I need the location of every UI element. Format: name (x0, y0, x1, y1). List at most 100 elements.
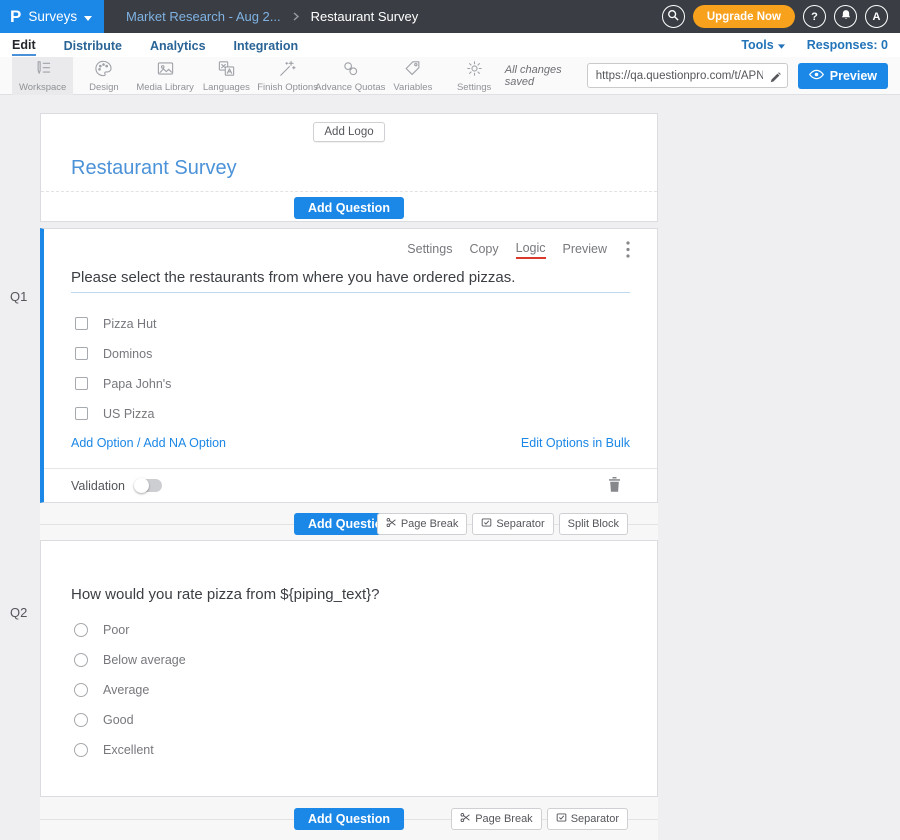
checkbox[interactable] (75, 407, 88, 420)
add-option-link[interactable]: Add Option (71, 436, 134, 450)
toolbar-label: Media Library (136, 82, 194, 93)
chevron-down-icon (84, 8, 92, 26)
q1-tab-settings[interactable]: Settings (407, 242, 452, 258)
link-separator: / (137, 436, 140, 450)
validation-label: Validation (71, 479, 125, 493)
toolbar-label: Settings (457, 82, 491, 93)
tools-menu[interactable]: Tools (741, 38, 784, 52)
upgrade-now-button[interactable]: Upgrade Now (693, 5, 795, 28)
product-menu[interactable]: P Surveys (0, 0, 104, 33)
survey-editor-page: Q1 Q2 Add Logo Restaurant Survey Add Que… (0, 113, 900, 840)
add-question-button[interactable]: Add Question (294, 197, 404, 219)
checkbox-option-row: Pizza Hut (71, 316, 630, 331)
delete-question-button[interactable] (608, 477, 621, 495)
add-logo-button[interactable]: Add Logo (313, 122, 384, 142)
toolbar-item-media-library[interactable]: Media Library (135, 57, 196, 95)
edit-toolbar: Workspace Design Media Library Languages… (0, 57, 900, 95)
settings-icon (465, 59, 484, 81)
separator-icon (556, 812, 567, 826)
radio-button[interactable] (74, 683, 88, 697)
option-label[interactable]: Good (103, 713, 134, 727)
search-button[interactable] (662, 5, 685, 28)
toolbar-item-variables[interactable]: Variables (382, 57, 443, 95)
preview-button[interactable]: Preview (798, 63, 888, 89)
toolbar-item-finish-options[interactable]: Finish Options (257, 57, 318, 95)
q2-question-text[interactable]: How would you rate pizza from ${piping_t… (71, 541, 627, 603)
radio-option-row: Good (71, 712, 627, 727)
option-label[interactable]: Papa John's (103, 377, 171, 391)
toolbar-label: Languages (203, 82, 250, 93)
q1-tab-preview[interactable]: Preview (563, 242, 607, 258)
toolbar-item-advance-quotas[interactable]: Advance Quotas (318, 57, 382, 95)
checkbox-option-row: Dominos (71, 346, 630, 361)
checkbox-option-row: Papa John's (71, 376, 630, 391)
page-break-icon (386, 517, 397, 531)
radio-button[interactable] (74, 743, 88, 757)
question-card-q2: How would you rate pizza from ${piping_t… (40, 540, 658, 797)
advance-quotas-icon (341, 59, 360, 81)
chevron-right-icon (293, 12, 299, 21)
toolbar-label: Design (89, 82, 119, 93)
divider (41, 191, 657, 192)
page-break-label: Page Break (401, 518, 458, 530)
design-icon (94, 59, 113, 81)
option-label[interactable]: Dominos (103, 347, 152, 361)
add-question-button[interactable]: Add Question (294, 808, 404, 830)
radio-button[interactable] (74, 653, 88, 667)
option-label[interactable]: Below average (103, 653, 186, 667)
edit-options-in-bulk-link[interactable]: Edit Options in Bulk (521, 436, 630, 450)
separator-button[interactable]: Separator (472, 513, 553, 535)
checkbox[interactable] (75, 377, 88, 390)
option-label[interactable]: Excellent (103, 743, 154, 757)
toolbar-item-workspace[interactable]: Workspace (12, 57, 73, 95)
avatar[interactable]: A (865, 5, 888, 28)
radio-button[interactable] (74, 623, 88, 637)
nav-tab-analytics[interactable]: Analytics (150, 36, 206, 55)
edit-url-pencil-icon[interactable] (770, 70, 781, 88)
top-bar: P Surveys Market Research - Aug 2... Res… (0, 0, 900, 33)
question-card-q1: Settings Copy Logic Preview Please selec… (40, 228, 658, 503)
survey-title[interactable]: Restaurant Survey (71, 157, 657, 181)
q1-question-text[interactable]: Please select the restaurants from where… (71, 269, 630, 293)
checkbox[interactable] (75, 347, 88, 360)
add-na-option-link[interactable]: Add NA Option (143, 436, 226, 450)
survey-url-input[interactable] (587, 63, 788, 88)
page-break-icon (460, 812, 471, 826)
toolbar-item-design[interactable]: Design (73, 57, 134, 95)
split-block-button[interactable]: Split Block (559, 513, 628, 535)
breadcrumb-parent[interactable]: Market Research - Aug 2... (126, 9, 281, 24)
option-label[interactable]: Average (103, 683, 149, 697)
validation-toggle[interactable] (135, 479, 162, 492)
radio-option-row: Excellent (71, 742, 627, 757)
separator-label: Separator (496, 518, 544, 530)
toggle-knob (134, 478, 149, 493)
trash-icon (608, 477, 621, 495)
languages-icon (217, 59, 236, 81)
option-label[interactable]: Pizza Hut (103, 317, 157, 331)
product-menu-label: Surveys (28, 9, 77, 24)
toolbar-label: Workspace (19, 82, 66, 93)
separator-button[interactable]: Separator (547, 808, 628, 830)
option-label[interactable]: US Pizza (103, 407, 154, 421)
radio-button[interactable] (74, 713, 88, 727)
help-icon: ? (811, 11, 818, 23)
workspace-icon (33, 59, 52, 81)
responses-count[interactable]: Responses: 0 (807, 38, 888, 52)
survey-header-card: Add Logo Restaurant Survey Add Question (40, 113, 658, 222)
toolbar-item-languages[interactable]: Languages (196, 57, 257, 95)
nav-tab-distribute[interactable]: Distribute (64, 36, 122, 55)
variables-icon (403, 59, 422, 81)
page-break-button[interactable]: Page Break (451, 808, 541, 830)
toolbar-item-settings[interactable]: Settings (444, 57, 505, 95)
help-button[interactable]: ? (803, 5, 826, 28)
q1-tab-copy[interactable]: Copy (469, 242, 498, 258)
page-break-button[interactable]: Page Break (377, 513, 467, 535)
nav-tab-edit[interactable]: Edit (12, 35, 36, 56)
kebab-menu-icon[interactable] (626, 241, 630, 258)
separator-label: Separator (571, 813, 619, 825)
notifications-button[interactable] (834, 5, 857, 28)
checkbox[interactable] (75, 317, 88, 330)
option-label[interactable]: Poor (103, 623, 129, 637)
q1-tab-logic[interactable]: Logic (516, 241, 546, 259)
nav-tab-integration[interactable]: Integration (234, 36, 299, 55)
